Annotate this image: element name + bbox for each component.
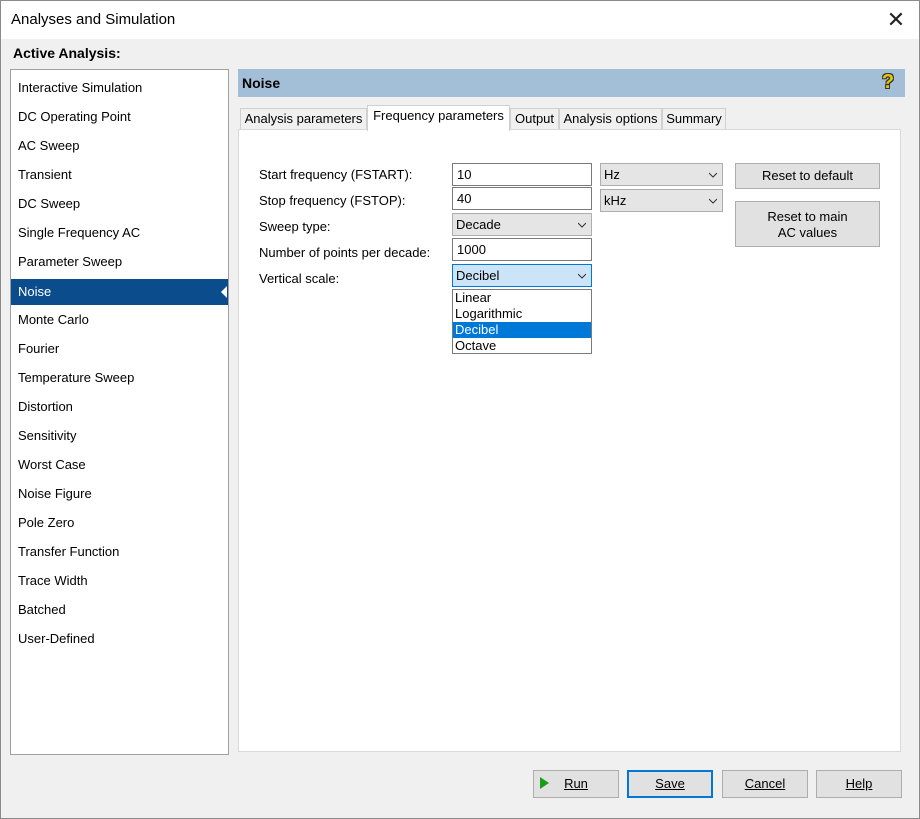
sweep-type-label: Sweep type:: [259, 219, 331, 234]
start-frequency-label: Start frequency (FSTART):: [259, 167, 413, 182]
list-item[interactable]: Interactive Simulation: [11, 75, 228, 101]
run-button[interactable]: Run: [533, 770, 619, 798]
list-item[interactable]: Monte Carlo: [11, 307, 228, 333]
start-unit-value: Hz: [604, 167, 620, 182]
list-item[interactable]: User-Defined: [11, 626, 228, 652]
tab-output[interactable]: Output: [510, 108, 559, 130]
stop-unit-select[interactable]: kHz: [600, 189, 723, 212]
dropdown-option[interactable]: Logarithmic: [453, 306, 591, 322]
save-button[interactable]: Save: [627, 770, 713, 798]
list-item[interactable]: Transfer Function: [11, 539, 228, 565]
run-label: Run: [564, 776, 588, 791]
tab-analysis-parameters[interactable]: Analysis parameters: [240, 108, 367, 130]
list-item[interactable]: Parameter Sweep: [11, 249, 228, 275]
vertical-scale-dropdown[interactable]: Linear Logarithmic Decibel Octave: [452, 289, 592, 354]
start-unit-select[interactable]: Hz: [600, 163, 723, 186]
chevron-down-icon: [709, 172, 717, 178]
save-label: Save: [655, 776, 685, 791]
help-label: Help: [845, 776, 873, 791]
vertical-scale-label: Vertical scale:: [259, 271, 340, 286]
title-bar: Analyses and Simulation ✕: [1, 1, 919, 39]
panel-title: Noise: [242, 75, 281, 91]
list-item[interactable]: Fourier: [11, 336, 228, 362]
list-item[interactable]: DC Operating Point: [11, 104, 228, 130]
stop-frequency-input[interactable]: 40: [452, 187, 592, 210]
chevron-down-icon: [578, 222, 586, 228]
cancel-button[interactable]: Cancel: [722, 770, 808, 798]
analyses-dialog: Analyses and Simulation ✕ Active Analysi…: [0, 0, 920, 819]
close-icon: ✕: [886, 7, 906, 32]
sweep-type-value: Decade: [456, 217, 501, 232]
list-item[interactable]: Noise Figure: [11, 481, 228, 507]
list-item[interactable]: Pole Zero: [11, 510, 228, 536]
play-icon: [540, 777, 549, 789]
close-button[interactable]: ✕: [873, 1, 919, 39]
chevron-down-icon: [578, 273, 586, 279]
points-per-decade-label: Number of points per decade:: [259, 245, 431, 260]
panel-header: Noise ?: [238, 69, 905, 97]
start-frequency-input[interactable]: 10: [452, 163, 592, 186]
list-item[interactable]: Single Frequency AC: [11, 220, 228, 246]
reset-default-button[interactable]: Reset to default: [735, 163, 880, 189]
active-analysis-label: Active Analysis:: [13, 45, 121, 61]
list-item[interactable]: Temperature Sweep: [11, 365, 228, 391]
tab-summary[interactable]: Summary: [662, 108, 726, 130]
list-item[interactable]: Transient: [11, 162, 228, 188]
tab-frequency-parameters[interactable]: Frequency parameters: [367, 105, 510, 131]
chevron-down-icon: [709, 198, 717, 204]
vertical-scale-value: Decibel: [456, 268, 500, 283]
list-item[interactable]: DC Sweep: [11, 191, 228, 217]
stop-frequency-label: Stop frequency (FSTOP):: [259, 193, 406, 208]
window-title: Analyses and Simulation: [11, 11, 176, 28]
stop-unit-value: kHz: [604, 193, 627, 208]
dropdown-option[interactable]: Linear: [453, 290, 591, 306]
help-icon[interactable]: ?: [879, 71, 897, 93]
tab-analysis-options[interactable]: Analysis options: [559, 108, 662, 130]
analysis-list[interactable]: Interactive Simulation DC Operating Poin…: [10, 69, 229, 755]
reset-main-ac-button[interactable]: Reset to main AC values: [735, 201, 880, 247]
cancel-label: Cancel: [744, 776, 786, 791]
list-item[interactable]: Distortion: [11, 394, 228, 420]
points-per-decade-input[interactable]: 1000: [452, 238, 592, 261]
sweep-type-select[interactable]: Decade: [452, 213, 592, 236]
list-item[interactable]: Worst Case: [11, 452, 228, 478]
vertical-scale-select[interactable]: Decibel: [452, 264, 592, 287]
reset-main-line1: Reset to main: [767, 209, 848, 224]
dropdown-option-selected[interactable]: Decibel: [453, 322, 591, 338]
reset-main-line2: AC values: [777, 225, 838, 240]
help-button[interactable]: Help: [816, 770, 902, 798]
list-item[interactable]: Sensitivity: [11, 423, 228, 449]
list-item[interactable]: AC Sweep: [11, 133, 228, 159]
dropdown-option[interactable]: Octave: [453, 338, 591, 354]
list-item-selected[interactable]: Noise: [11, 279, 228, 305]
list-item[interactable]: Batched: [11, 597, 228, 623]
list-item[interactable]: Trace Width: [11, 568, 228, 594]
